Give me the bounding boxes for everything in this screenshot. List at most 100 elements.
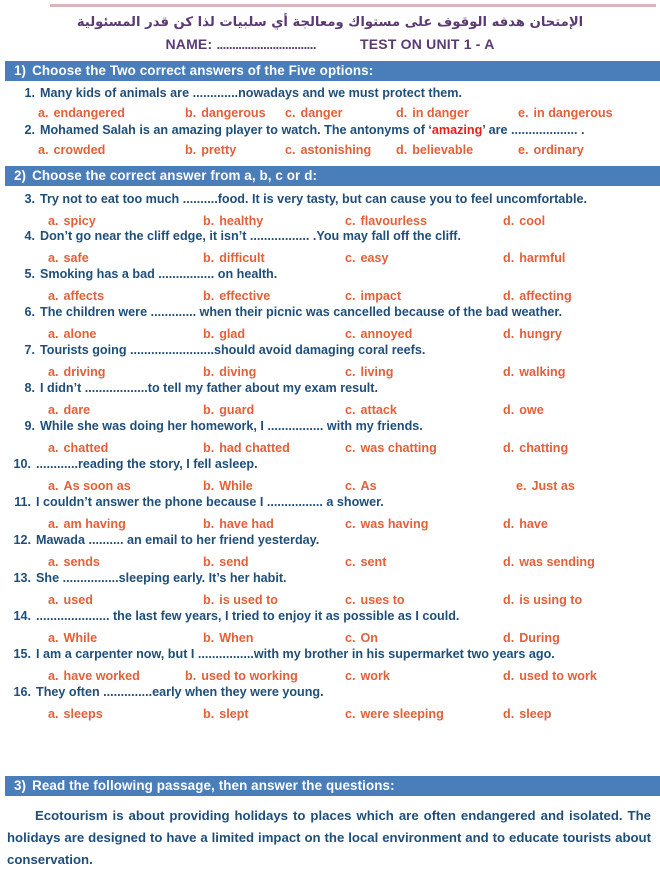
question-8-options: a. dare b. guard c. attack d. owe xyxy=(0,402,660,418)
option-text: in danger xyxy=(412,106,469,120)
option-b[interactable]: b. healthy xyxy=(203,213,263,229)
option-d[interactable]: d. have xyxy=(503,516,548,532)
option-text: cool xyxy=(519,214,546,228)
option-text: When xyxy=(219,631,254,645)
option-e[interactable]: e. ordinary xyxy=(518,142,584,158)
option-letter: a. xyxy=(48,327,59,341)
option-d[interactable]: d. chatting xyxy=(503,440,568,456)
option-d[interactable]: d. hungry xyxy=(503,326,562,342)
question-12-number: 12. xyxy=(13,533,31,547)
option-b[interactable]: b. While xyxy=(203,478,253,494)
option-d[interactable]: d. sleep xyxy=(503,706,551,722)
option-d[interactable]: d. cool xyxy=(503,213,545,229)
option-a[interactable]: a. sleeps xyxy=(48,706,103,722)
option-text: slept xyxy=(219,707,249,721)
option-d[interactable]: d. harmful xyxy=(503,250,565,266)
question-15-text: 15. I am a carpenter now, but I .........… xyxy=(0,646,660,662)
option-b[interactable]: b. glad xyxy=(203,326,245,342)
option-b[interactable]: b. diving xyxy=(203,364,256,380)
option-letter: a. xyxy=(48,669,59,683)
option-c[interactable]: c. living xyxy=(345,364,393,380)
option-d[interactable]: d. owe xyxy=(503,402,544,418)
section-header-2: 2) Choose the correct answer from a, b, c… xyxy=(5,166,660,186)
option-d[interactable]: d. was sending xyxy=(503,554,595,570)
option-c[interactable]: c. On xyxy=(345,630,378,646)
option-b[interactable]: b. used to working xyxy=(185,668,298,684)
option-c[interactable]: c. was having xyxy=(345,516,428,532)
option-d[interactable]: d. in danger xyxy=(396,105,469,121)
option-text: During xyxy=(519,631,560,645)
option-text: affects xyxy=(63,289,105,303)
question-5: 5. Smoking has a bad ................ on … xyxy=(0,266,660,304)
option-text: guard xyxy=(219,403,255,417)
option-b[interactable]: b. effective xyxy=(203,288,270,304)
option-text: used to working xyxy=(201,669,298,683)
option-e[interactable]: e. in dangerous xyxy=(518,105,613,121)
question-13-number: 13. xyxy=(13,571,31,585)
question-5-stem: Smoking has a bad ................ on he… xyxy=(40,267,278,281)
option-a[interactable]: a. As soon as xyxy=(48,478,131,494)
option-d[interactable]: d. During xyxy=(503,630,560,646)
option-a[interactable]: a. driving xyxy=(48,364,106,380)
arabic-instruction-line: الإمتحان هدفه الوقوف على مستواك ومعالجة … xyxy=(76,15,584,30)
question-3-text: 3. Try not to eat too much ..........food… xyxy=(0,191,660,207)
option-a[interactable]: a. crowded xyxy=(38,142,105,158)
option-b[interactable]: b. is used to xyxy=(203,592,278,608)
option-a[interactable]: a. spicy xyxy=(48,213,96,229)
option-c[interactable]: c. danger xyxy=(285,105,343,121)
question-9-text: 9. While she was doing her homework, I ..… xyxy=(0,418,660,434)
option-c[interactable]: c. work xyxy=(345,668,390,684)
option-d[interactable]: d. is using to xyxy=(503,592,582,608)
option-c[interactable]: c. uses to xyxy=(345,592,405,608)
option-b[interactable]: b. slept xyxy=(203,706,249,722)
question-14: 14. ..................... the last few ye… xyxy=(0,608,660,646)
question-11-text: 11. I couldn’t answer the phone because I… xyxy=(0,494,660,510)
option-c[interactable]: c. sent xyxy=(345,554,386,570)
option-b[interactable]: b. pretty xyxy=(185,142,236,158)
option-c[interactable]: c. easy xyxy=(345,250,389,266)
option-c[interactable]: c. flavourless xyxy=(345,213,427,229)
option-a[interactable]: a. safe xyxy=(48,250,89,266)
option-text: sleeps xyxy=(63,707,103,721)
option-text: is using to xyxy=(519,593,583,607)
option-b[interactable]: b. difficult xyxy=(203,250,265,266)
option-a[interactable]: a. While xyxy=(48,630,97,646)
option-c[interactable]: c. were sleeping xyxy=(345,706,444,722)
option-letter: c. xyxy=(345,669,356,683)
option-text: dare xyxy=(63,403,91,417)
option-b[interactable]: b. guard xyxy=(203,402,254,418)
option-b[interactable]: b. had chatted xyxy=(203,440,290,456)
option-letter: c. xyxy=(345,251,356,265)
option-text: was sending xyxy=(519,555,595,569)
option-a[interactable]: a. affects xyxy=(48,288,104,304)
option-text: pretty xyxy=(201,143,237,157)
option-a[interactable]: a. endangered xyxy=(38,105,125,121)
option-a[interactable]: a. have worked xyxy=(48,668,140,684)
option-a[interactable]: a. alone xyxy=(48,326,96,342)
option-b[interactable]: b. send xyxy=(203,554,249,570)
option-c[interactable]: c. impact xyxy=(345,288,401,304)
option-letter: b. xyxy=(185,669,197,683)
option-text: dangerous xyxy=(201,106,266,120)
option-e[interactable]: e. Just as xyxy=(516,478,575,494)
option-a[interactable]: a. am having xyxy=(48,516,126,532)
option-d[interactable]: d. believable xyxy=(396,142,473,158)
option-c[interactable]: c. As xyxy=(345,478,377,494)
option-a[interactable]: a. chatted xyxy=(48,440,108,456)
option-c[interactable]: c. was chatting xyxy=(345,440,437,456)
option-c[interactable]: c. annoyed xyxy=(345,326,412,342)
option-d[interactable]: d. affecting xyxy=(503,288,572,304)
option-a[interactable]: a. used xyxy=(48,592,93,608)
option-b[interactable]: b. dangerous xyxy=(185,105,266,121)
option-c[interactable]: c. attack xyxy=(345,402,397,418)
option-a[interactable]: a. dare xyxy=(48,402,90,418)
option-b[interactable]: b. have had xyxy=(203,516,274,532)
option-b[interactable]: b. When xyxy=(203,630,253,646)
option-d[interactable]: d. walking xyxy=(503,364,565,380)
option-text: harmful xyxy=(519,251,566,265)
option-c[interactable]: c. astonishing xyxy=(285,142,371,158)
student-name-field[interactable]: NAME: ................................ xyxy=(165,36,316,52)
option-a[interactable]: a. sends xyxy=(48,554,100,570)
question-10-text: 10. ............reading the story, I fell… xyxy=(0,456,660,472)
option-d[interactable]: d. used to work xyxy=(503,668,597,684)
